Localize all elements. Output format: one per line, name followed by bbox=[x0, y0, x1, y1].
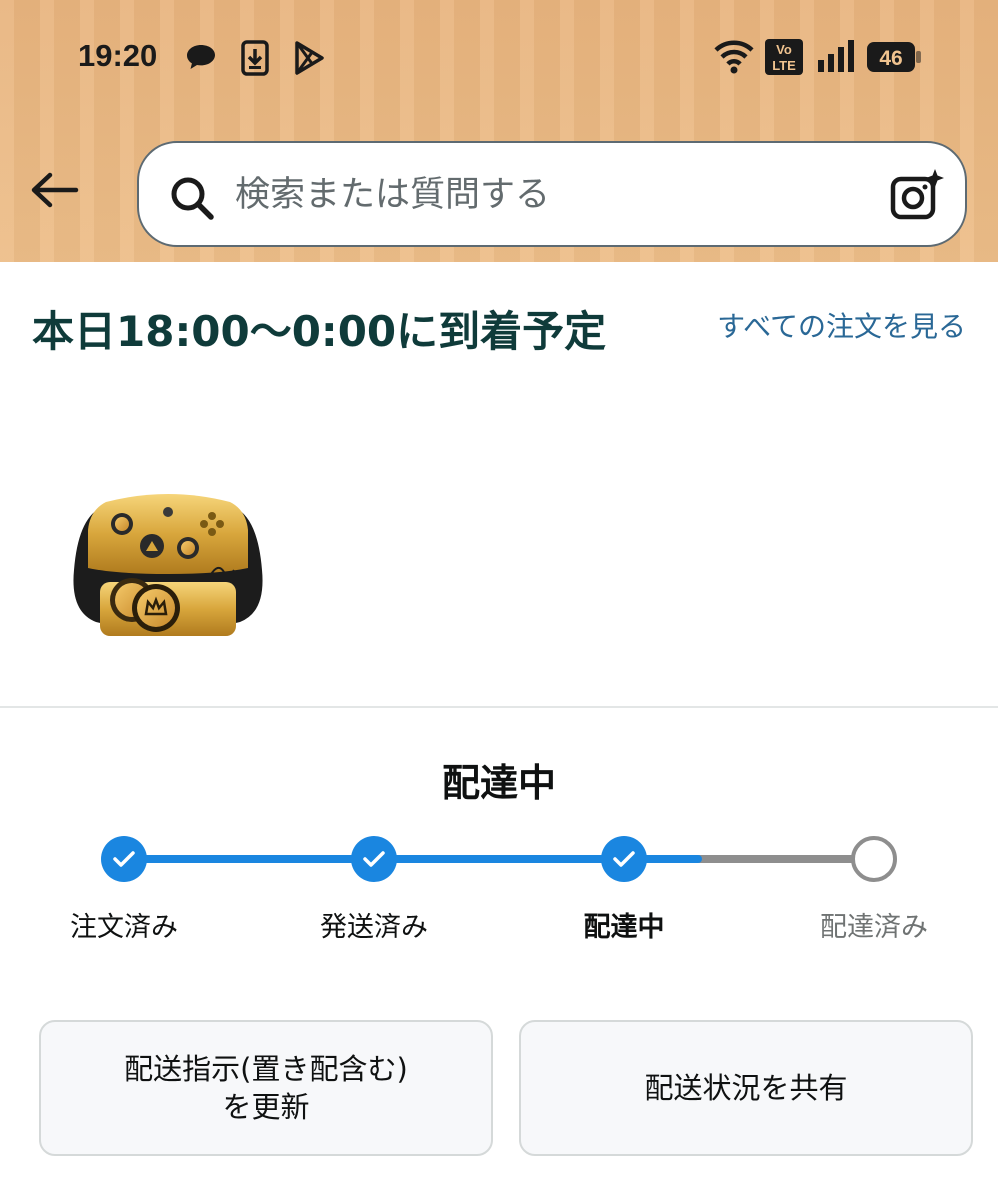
status-time: 19:20 bbox=[78, 38, 158, 73]
product-image[interactable] bbox=[70, 490, 266, 638]
wifi-icon bbox=[714, 38, 754, 78]
battery-level: 46 bbox=[879, 47, 902, 70]
checkmark-icon bbox=[363, 851, 385, 867]
step-label-shipped: 発送済み bbox=[320, 912, 428, 943]
update-delivery-instructions-button[interactable]: 配送指示(置き配含む) を更新 bbox=[39, 1020, 493, 1156]
svg-text:Vo: Vo bbox=[776, 42, 792, 57]
checkmark-icon bbox=[613, 851, 635, 867]
step-label-delivered: 配達済み bbox=[820, 912, 928, 943]
search-bar[interactable] bbox=[137, 141, 967, 247]
chat-bubble-icon bbox=[184, 40, 218, 78]
step-label-out-for-delivery: 配達中 bbox=[583, 912, 665, 943]
volte-icon: Vo LTE bbox=[764, 38, 804, 80]
share-delivery-status-button[interactable]: 配送状況を共有 bbox=[519, 1020, 973, 1156]
camera-sparkle-icon[interactable] bbox=[889, 167, 945, 227]
arrival-estimate: 本日18:00～0:00に到着予定 bbox=[32, 307, 607, 356]
tracking-progress: 注文済み 発送済み 配達中 配達済み bbox=[0, 830, 998, 950]
back-arrow-icon bbox=[31, 172, 79, 208]
status-bar: 19:20 Vo LTE 46 bbox=[0, 0, 998, 110]
tracking-status-title: 配達中 bbox=[441, 761, 556, 805]
play-store-icon bbox=[292, 40, 326, 80]
view-all-orders-link[interactable]: すべての注文を見る bbox=[717, 305, 966, 345]
controller-image bbox=[73, 494, 263, 636]
checkmark-icon bbox=[113, 851, 135, 867]
step-ordered-circle bbox=[101, 836, 147, 882]
step-label-ordered: 注文済み bbox=[70, 912, 178, 943]
svg-text:LTE: LTE bbox=[772, 58, 796, 73]
signal-icon bbox=[816, 38, 856, 78]
download-icon bbox=[240, 40, 270, 80]
search-icon bbox=[169, 175, 215, 225]
back-button[interactable] bbox=[26, 162, 82, 218]
step-delivered-circle bbox=[851, 836, 897, 882]
step-shipped-circle bbox=[351, 836, 397, 882]
section-divider bbox=[0, 706, 998, 708]
search-input[interactable] bbox=[235, 167, 855, 223]
battery-icon: 46 bbox=[866, 38, 922, 80]
header: 19:20 Vo LTE 46 bbox=[0, 0, 998, 262]
step-out-for-delivery-circle bbox=[601, 836, 647, 882]
